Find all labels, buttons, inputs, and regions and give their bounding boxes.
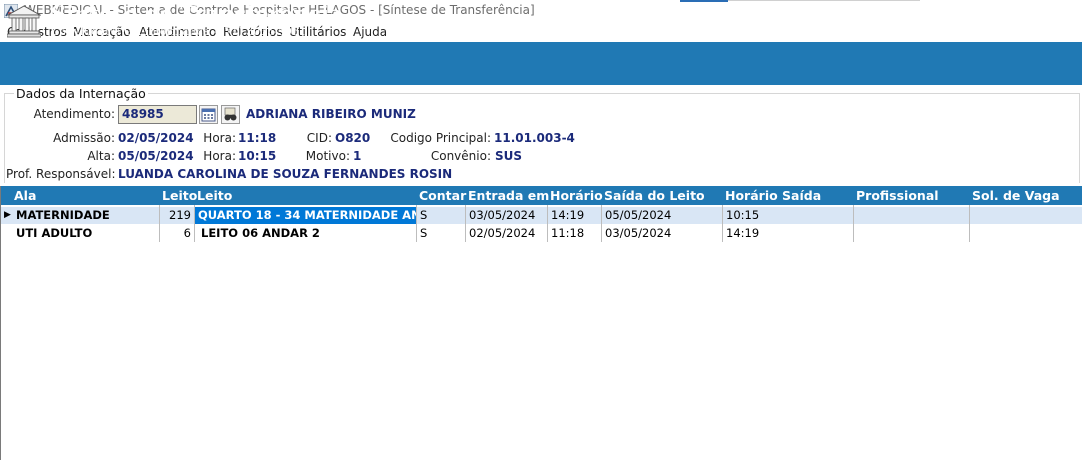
cell-sol-vaga[interactable] bbox=[973, 207, 1081, 224]
cell-profissional[interactable] bbox=[857, 207, 967, 224]
menu-ajuda[interactable]: Ajuda bbox=[353, 25, 387, 39]
cell-entrada[interactable]: 03/05/2024 bbox=[469, 207, 547, 224]
cell-entrada[interactable]: 02/05/2024 bbox=[469, 225, 547, 242]
title-bar-divider bbox=[728, 0, 920, 1]
codigo-principal-value: 11.01.003-4 bbox=[494, 131, 575, 145]
grid-divider bbox=[465, 205, 466, 242]
col-leito-num[interactable]: Leito bbox=[162, 186, 197, 205]
cell-leito-desc[interactable]: QUARTO 18 - 34 MATERNIDADE ANDAR 2 bbox=[195, 207, 416, 224]
prof-responsavel-label: Prof. Responsável: bbox=[6, 167, 116, 181]
page-title: Sintese de Transferência bbox=[51, 1, 343, 26]
cell-contar[interactable]: S bbox=[420, 207, 460, 224]
building-columns-icon bbox=[6, 5, 42, 38]
grid-divider bbox=[969, 205, 970, 242]
cell-ala[interactable]: MATERNIDADE bbox=[16, 207, 156, 224]
hora-admissao-value: 11:18 bbox=[238, 131, 277, 145]
col-profissional[interactable]: Profissional bbox=[856, 186, 939, 205]
table-row[interactable]: UTI ADULTO 6 LEITO 06 ANDAR 2 S 02/05/20… bbox=[1, 225, 1082, 242]
grid-divider bbox=[601, 205, 602, 242]
motivo-label: Motivo: bbox=[305, 149, 350, 163]
convenio-value: SUS bbox=[495, 149, 523, 163]
grid-divider bbox=[416, 205, 417, 242]
col-ala[interactable]: Ala bbox=[14, 186, 36, 205]
patient-name: ADRIANA RIBEIRO MUNIZ bbox=[246, 107, 416, 121]
cell-horario-saida[interactable]: 14:19 bbox=[726, 225, 851, 242]
admissao-label: Admissão: bbox=[53, 131, 115, 145]
cell-profissional[interactable] bbox=[857, 225, 967, 242]
cell-sol-vaga[interactable] bbox=[973, 225, 1081, 242]
col-horario-saida[interactable]: Horário Saída bbox=[725, 186, 821, 205]
calendar-icon[interactable] bbox=[199, 105, 218, 124]
col-leito[interactable]: Leito bbox=[197, 186, 232, 205]
cid-label: CID: bbox=[306, 131, 332, 145]
header-banner bbox=[0, 42, 1082, 85]
col-horario[interactable]: Horário bbox=[550, 186, 603, 205]
codigo-principal-label: Codigo Principal: bbox=[390, 131, 491, 145]
hora-admissao-label: Hora: bbox=[203, 131, 236, 145]
motivo-value: 1 bbox=[353, 149, 362, 163]
grid-left-border bbox=[0, 186, 1, 460]
cell-leito-num[interactable]: 219 bbox=[159, 207, 191, 224]
alta-value: 05/05/2024 bbox=[118, 149, 194, 163]
table-row[interactable]: ▶ MATERNIDADE 219 QUARTO 18 - 34 MATERNI… bbox=[1, 207, 1082, 224]
cell-horario-saida[interactable]: 10:15 bbox=[726, 207, 851, 224]
cell-saida[interactable]: 05/05/2024 bbox=[605, 207, 723, 224]
row-indicator-icon: ▶ bbox=[4, 210, 11, 220]
hora-alta-label: Hora: bbox=[203, 149, 236, 163]
col-entrada[interactable]: Entrada em bbox=[468, 186, 549, 205]
group-title: Dados da Internação bbox=[14, 86, 148, 101]
grid-divider bbox=[159, 205, 160, 242]
cell-horario[interactable]: 14:19 bbox=[551, 207, 601, 224]
grid-divider bbox=[722, 205, 723, 242]
grid-divider bbox=[547, 205, 548, 242]
cell-leito-num[interactable]: 6 bbox=[159, 225, 191, 242]
col-saida-leito[interactable]: Saída do Leito bbox=[604, 186, 705, 205]
cid-value: O820 bbox=[335, 131, 371, 145]
atendimento-label: Atendimento: bbox=[33, 107, 115, 121]
cell-leito-desc[interactable]: LEITO 06 ANDAR 2 bbox=[195, 225, 416, 242]
convenio-label: Convênio: bbox=[430, 149, 491, 163]
atendimento-input[interactable]: 48985 bbox=[118, 105, 197, 124]
cell-ala[interactable]: UTI ADULTO bbox=[16, 225, 156, 242]
alta-label: Alta: bbox=[87, 149, 115, 163]
search-binoculars-icon[interactable] bbox=[221, 105, 240, 124]
hora-alta-value: 10:15 bbox=[238, 149, 277, 163]
col-sol-vaga[interactable]: Sol. de Vaga bbox=[972, 186, 1060, 205]
cell-saida[interactable]: 03/05/2024 bbox=[605, 225, 723, 242]
grid-divider bbox=[853, 205, 854, 242]
cell-horario[interactable]: 11:18 bbox=[551, 225, 601, 242]
admissao-value: 02/05/2024 bbox=[118, 131, 194, 145]
cell-contar[interactable]: S bbox=[420, 225, 460, 242]
col-contar[interactable]: Contar bbox=[419, 186, 466, 205]
prof-responsavel-value: LUANDA CAROLINA DE SOUZA FERNANDES ROSIN bbox=[118, 167, 453, 181]
title-bar-accent bbox=[680, 0, 728, 2]
copyright-text: CopyRight© GA Informática - (71) 3035-50… bbox=[51, 25, 306, 38]
grid-divider bbox=[194, 205, 195, 242]
